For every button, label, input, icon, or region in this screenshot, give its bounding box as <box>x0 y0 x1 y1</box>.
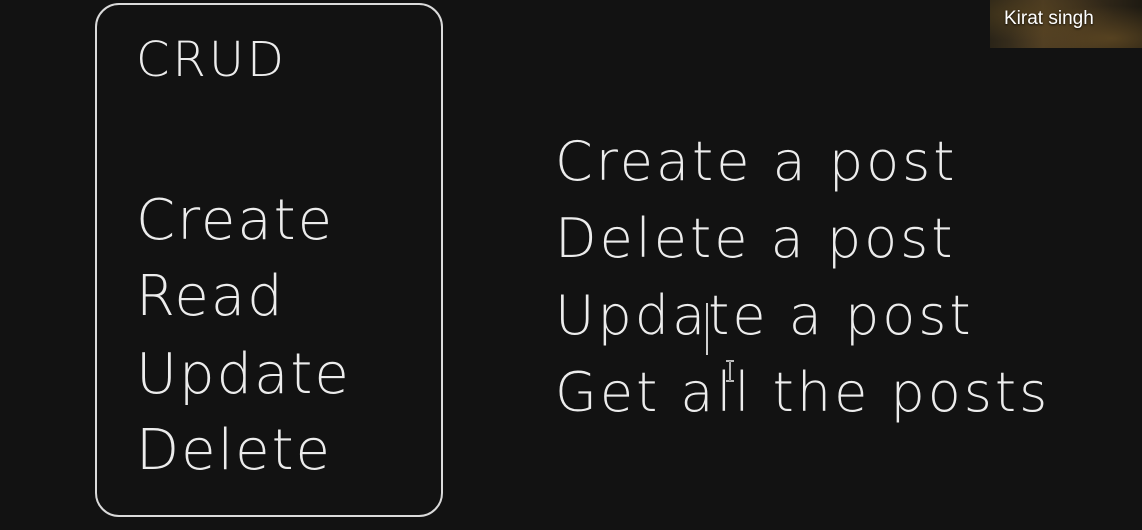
text-ibeam-cursor-icon <box>726 360 734 382</box>
crud-title: CRUD <box>136 32 287 88</box>
whiteboard-canvas[interactable]: CRUD Create Read Update Delete Create a … <box>0 0 1142 530</box>
operation-update-post: Update a post <box>555 284 974 347</box>
participant-name: Kirat singh <box>1004 8 1094 29</box>
operation-delete-post: Delete a post <box>555 207 956 270</box>
operation-create-post: Create a post <box>555 130 958 193</box>
crud-item-read: Read <box>136 264 285 329</box>
crud-item-delete: Delete <box>136 418 332 483</box>
crud-item-update: Update <box>136 342 351 407</box>
participant-video-tile[interactable]: Kirat singh <box>990 0 1142 48</box>
crud-item-create: Create <box>136 188 335 253</box>
operation-get-all-posts: Get all the posts <box>555 361 1051 424</box>
text-caret <box>706 303 708 355</box>
